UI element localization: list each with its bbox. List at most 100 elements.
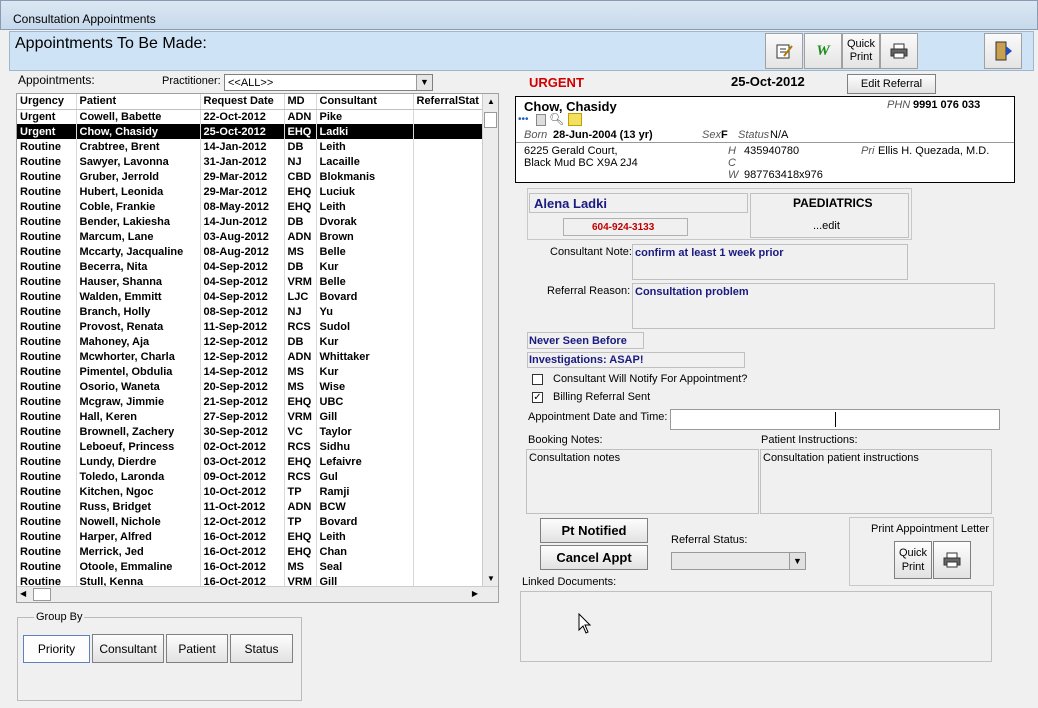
table-cell: Gul xyxy=(316,469,414,484)
scroll-left-icon[interactable]: ◀ xyxy=(20,589,26,598)
document-icon[interactable] xyxy=(536,114,546,126)
referral-status-dropdown[interactable]: ▼ xyxy=(671,552,806,570)
table-cell: 30-Sep-2012 xyxy=(200,424,285,439)
table-row[interactable]: Routine Bender, Lakiesha 14-Jun-2012 DB Dvor… xyxy=(17,214,484,229)
table-cell: 11-Oct-2012 xyxy=(200,499,285,514)
quick-print-button[interactable]: Quick Print xyxy=(842,33,880,69)
table-cell: Mccarty, Jacqualine xyxy=(76,244,201,259)
table-row[interactable]: Routine Hubert, Leonida 29-Mar-2012 EHQ Luci… xyxy=(17,184,484,199)
table-cell: Routine xyxy=(17,424,77,439)
table-cell: Crabtree, Brent xyxy=(76,139,201,154)
table-row[interactable]: Routine Mcgraw, Jimmie 21-Sep-2012 EHQ UBC xyxy=(17,394,484,409)
table-row[interactable]: Routine Pimentel, Obdulia 14-Sep-2012 MS Kur xyxy=(17,364,484,379)
edit-note-icon[interactable] xyxy=(765,33,803,69)
table-row[interactable]: Routine Becerra, Nita 04-Sep-2012 DB Kur xyxy=(17,259,484,274)
table-row[interactable]: Routine Leboeuf, Princess 02-Oct-2012 RCS Si… xyxy=(17,439,484,454)
appt-datetime-input[interactable] xyxy=(670,409,1000,430)
billing-checkbox[interactable]: ✓ xyxy=(532,392,543,403)
table-cell: Gruber, Jerrold xyxy=(76,169,201,184)
edit-referral-button[interactable]: Edit Referral xyxy=(847,74,936,94)
column-header[interactable]: MD xyxy=(284,94,317,110)
table-row[interactable]: Routine Mahoney, Aja 12-Sep-2012 DB Kur xyxy=(17,334,484,349)
table-cell: 08-May-2012 xyxy=(200,199,285,214)
group-patient-button[interactable]: Patient xyxy=(166,634,228,663)
table-row[interactable]: Urgent Chow, Chasidy 25-Oct-2012 EHQ Ladki xyxy=(17,124,484,139)
table-row[interactable]: Routine Branch, Holly 08-Sep-2012 NJ Yu xyxy=(17,304,484,319)
table-cell xyxy=(413,364,484,379)
table-row[interactable]: Routine Walden, Emmitt 04-Sep-2012 LJC Bovar… xyxy=(17,289,484,304)
table-row[interactable]: Routine Nowell, Nichole 12-Oct-2012 TP Bovar… xyxy=(17,514,484,529)
table-row[interactable]: Routine Russ, Bridget 11-Oct-2012 ADN BCW xyxy=(17,499,484,514)
table-row[interactable]: Routine Lundy, Dierdre 03-Oct-2012 EHQ Lefai… xyxy=(17,454,484,469)
table-row[interactable]: Routine Mcwhorter, Charla 12-Sep-2012 ADN Wh… xyxy=(17,349,484,364)
table-cell: Mahoney, Aja xyxy=(76,334,201,349)
table-row[interactable]: Routine Toledo, Laronda 09-Oct-2012 RCS Gul xyxy=(17,469,484,484)
printer-icon[interactable] xyxy=(880,33,918,69)
sticky-note-icon[interactable] xyxy=(568,113,582,126)
table-cell xyxy=(413,319,484,334)
chevron-down-icon[interactable]: ▼ xyxy=(789,553,805,569)
table-row[interactable]: Routine Sawyer, Lavonna 31-Jan-2012 NJ Lacai… xyxy=(17,154,484,169)
scroll-right-icon[interactable]: ▶ xyxy=(472,589,478,598)
table-row[interactable]: Routine Osorio, Waneta 20-Sep-2012 MS Wise xyxy=(17,379,484,394)
table-row[interactable]: Routine Crabtree, Brent 14-Jan-2012 DB Leith xyxy=(17,139,484,154)
table-row[interactable]: Routine Brownell, Zachery 30-Sep-2012 VC Tay… xyxy=(17,424,484,439)
table-row[interactable]: Routine Provost, Renata 11-Sep-2012 RCS Sudo… xyxy=(17,319,484,334)
table-cell: EHQ xyxy=(284,394,317,409)
chevron-down-icon[interactable]: ▼ xyxy=(416,75,432,90)
print-letter-printer-icon[interactable] xyxy=(933,541,971,579)
scroll-down-icon[interactable]: ▼ xyxy=(487,574,495,583)
address-line2: Black Mud BC X9A 2J4 xyxy=(524,157,638,169)
column-header[interactable]: Request Date xyxy=(200,94,285,110)
table-row[interactable]: Routine Kitchen, Ngoc 10-Oct-2012 TP Ramji xyxy=(17,484,484,499)
table-cell: Routine xyxy=(17,169,77,184)
vertical-scrollbar[interactable]: ▲ ▼ xyxy=(482,94,498,586)
table-cell: Whittaker xyxy=(316,349,414,364)
exit-door-icon[interactable] xyxy=(984,33,1022,69)
patient-instructions-field[interactable]: Consultation patient instructions xyxy=(760,449,992,514)
table-cell: 29-Mar-2012 xyxy=(200,184,285,199)
table-row[interactable]: Urgent Cowell, Babette 22-Oct-2012 ADN Pike xyxy=(17,109,484,124)
table-cell: ADN xyxy=(284,229,317,244)
group-priority-button[interactable]: Priority xyxy=(23,635,90,663)
page-title: Appointments To Be Made: xyxy=(15,35,207,52)
table-row[interactable]: Routine Otoole, Emmaline 16-Oct-2012 MS Seal xyxy=(17,559,484,574)
table-row[interactable]: Routine Gruber, Jerrold 29-Mar-2012 CBD Blok… xyxy=(17,169,484,184)
dots-icon[interactable]: ••• xyxy=(518,114,534,126)
notify-checkbox[interactable] xyxy=(532,374,543,385)
horizontal-scrollbar[interactable]: ◀ ▶ xyxy=(17,586,498,602)
table-row[interactable]: Routine Mccarty, Jacqualine 08-Aug-2012 MS B… xyxy=(17,244,484,259)
column-header[interactable]: Urgency xyxy=(17,94,77,110)
scroll-up-icon[interactable]: ▲ xyxy=(487,97,495,106)
scroll-thumb[interactable] xyxy=(484,112,497,128)
table-cell: Taylor xyxy=(316,424,414,439)
word-icon[interactable]: W xyxy=(804,33,842,69)
table-row[interactable]: Routine Marcum, Lane 03-Aug-2012 ADN Brown xyxy=(17,229,484,244)
print-letter-label: Print Appointment Letter xyxy=(871,523,990,535)
pt-notified-button[interactable]: Pt Notified xyxy=(540,518,648,543)
appointments-table[interactable]: Urgency Patient Request Date MD Consultant Re… xyxy=(16,93,499,603)
hscroll-thumb[interactable] xyxy=(33,588,51,601)
table-row[interactable]: Routine Merrick, Jed 16-Oct-2012 EHQ Chan xyxy=(17,544,484,559)
group-consultant-button[interactable]: Consultant xyxy=(92,634,164,663)
column-header[interactable]: Patient xyxy=(76,94,201,110)
table-row[interactable]: Routine Harper, Alfred 16-Oct-2012 EHQ Leith xyxy=(17,529,484,544)
table-cell: Routine xyxy=(17,139,77,154)
booking-notes-field[interactable]: Consultation notes xyxy=(526,449,759,514)
table-cell: 08-Sep-2012 xyxy=(200,304,285,319)
practitioner-dropdown[interactable]: <<ALL>> ▼ xyxy=(224,74,433,91)
group-status-button[interactable]: Status xyxy=(230,634,293,663)
cancel-appt-button[interactable]: Cancel Appt xyxy=(540,545,648,570)
window-title: Consultation Appointments xyxy=(13,12,156,26)
table-row[interactable]: Routine Coble, Frankie 08-May-2012 EHQ Leith xyxy=(17,199,484,214)
table-cell: TP xyxy=(284,514,317,529)
column-header[interactable]: ReferralStat xyxy=(413,94,484,110)
table-row[interactable]: Routine Hauser, Shanna 04-Sep-2012 VRM Belle xyxy=(17,274,484,289)
quick-print-letter-button[interactable]: Quick Print xyxy=(894,541,932,579)
table-row[interactable]: Routine Hall, Keren 27-Sep-2012 VRM Gill xyxy=(17,409,484,424)
table-cell: EHQ xyxy=(284,529,317,544)
magnifier-icon[interactable]: 🔍︎ xyxy=(549,112,564,126)
billing-label: Billing Referral Sent xyxy=(553,391,651,403)
column-header[interactable]: Consultant xyxy=(316,94,414,110)
edit-link[interactable]: ...edit xyxy=(813,220,840,232)
